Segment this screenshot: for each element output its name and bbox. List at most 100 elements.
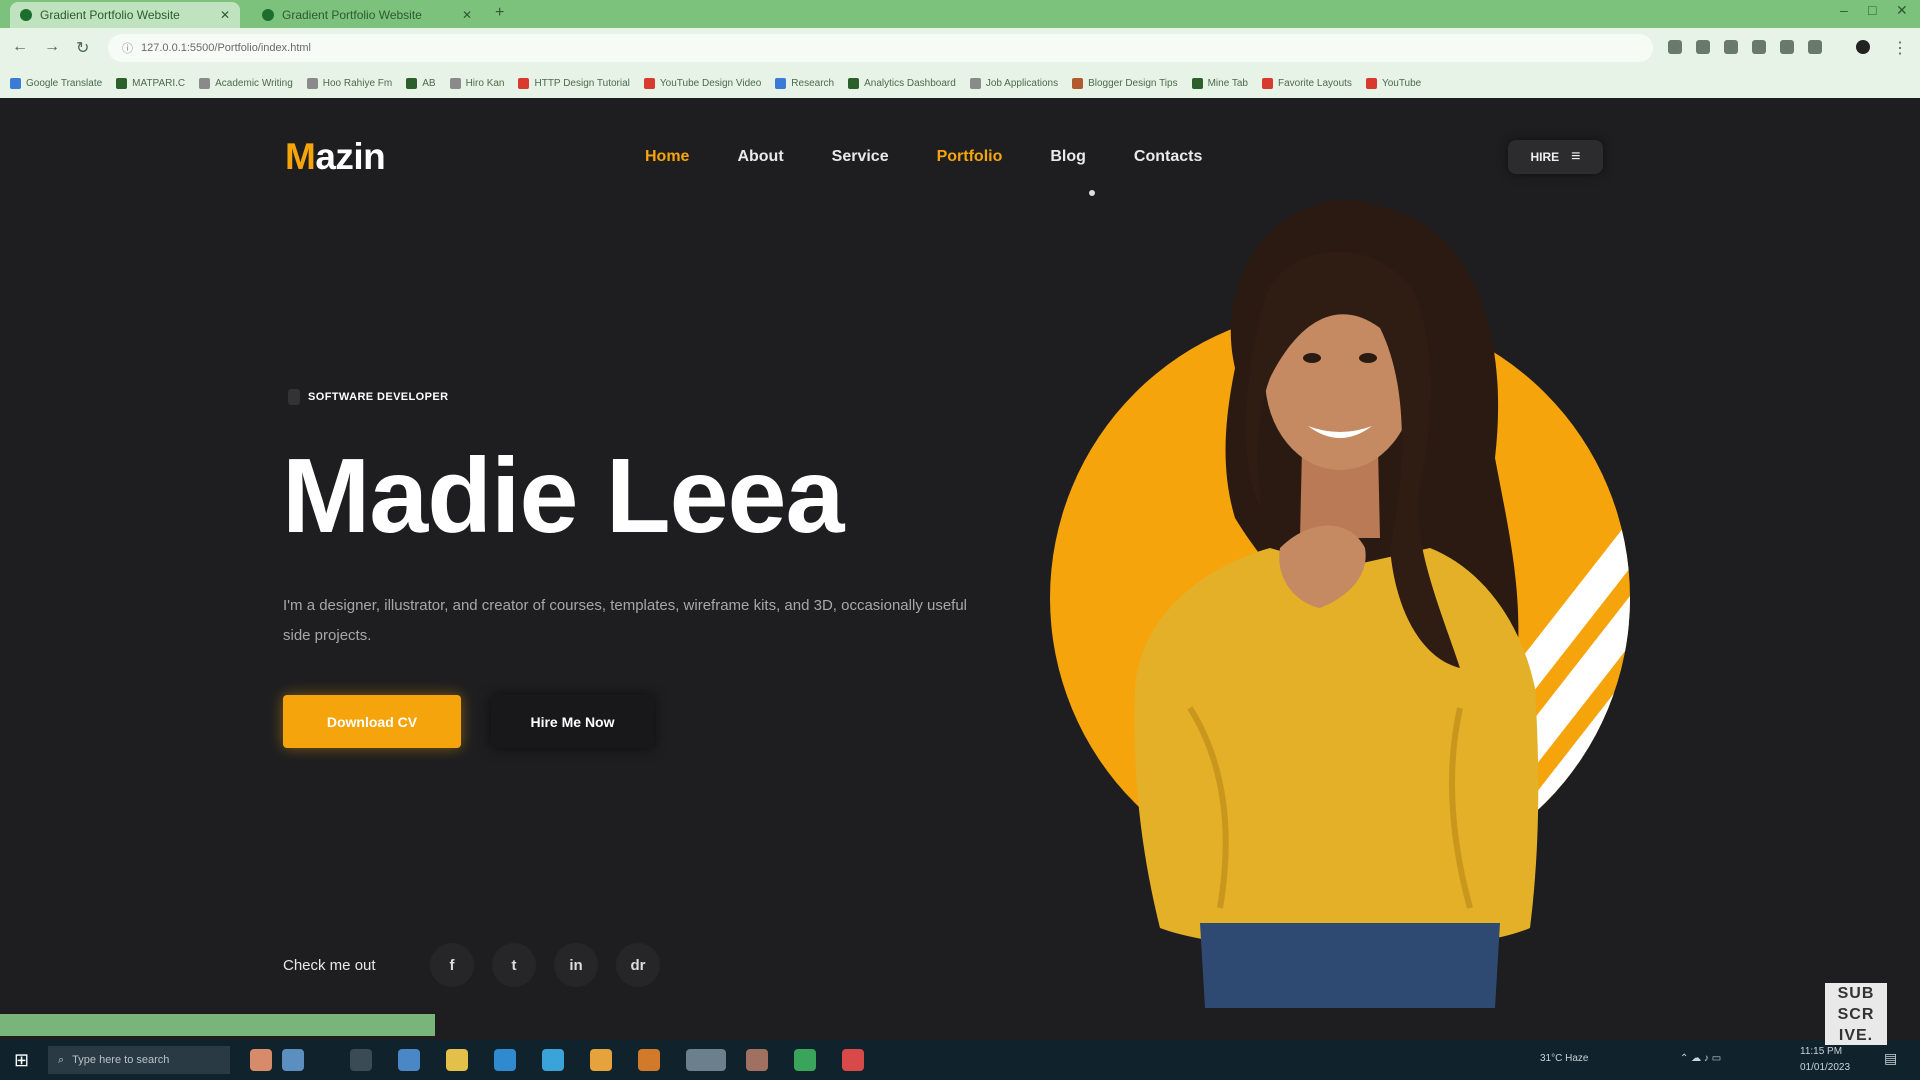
nav-link-service[interactable]: Service bbox=[832, 148, 889, 166]
bookmark-favicon-icon bbox=[10, 77, 21, 89]
extension-icon[interactable] bbox=[1780, 40, 1794, 54]
browser-tab-active[interactable]: Gradient Portfolio Website ✕ bbox=[10, 2, 240, 28]
taskbar-app-icon[interactable] bbox=[842, 1049, 864, 1071]
taskbar-app-icon[interactable] bbox=[250, 1049, 272, 1071]
reload-icon[interactable]: ↻ bbox=[76, 38, 89, 58]
bookmark-item[interactable]: Research bbox=[775, 77, 834, 89]
bookmark-item[interactable]: AB bbox=[406, 77, 436, 89]
bookmark-item[interactable]: MATPARI.C bbox=[116, 77, 185, 89]
tab-title: Gradient Portfolio Website bbox=[282, 8, 422, 22]
bookmark-label: YouTube Design Video bbox=[659, 77, 762, 89]
clock-time[interactable]: 11:15 PM bbox=[1800, 1046, 1842, 1057]
hire-button-label: HIRE bbox=[1530, 150, 1560, 164]
role-badge: SOFTWARE DEVELOPER bbox=[288, 386, 448, 408]
download-cv-button[interactable]: Download CV bbox=[283, 695, 461, 748]
bookmark-favicon-icon bbox=[406, 77, 418, 89]
bookmark-item[interactable]: Mine Tab bbox=[1191, 77, 1248, 89]
close-window-button[interactable]: ✕ bbox=[1896, 2, 1908, 19]
linkedin-icon[interactable]: in bbox=[554, 943, 598, 987]
notification-icon[interactable]: ▤ bbox=[1884, 1050, 1897, 1067]
weather-widget[interactable]: 31°C Haze bbox=[1540, 1053, 1588, 1064]
tab-title: Gradient Portfolio Website bbox=[40, 8, 180, 22]
extension-icon[interactable] bbox=[1752, 40, 1766, 54]
tab-favicon-icon bbox=[262, 9, 274, 21]
taskbar-app-icon[interactable] bbox=[494, 1049, 516, 1071]
bookmark-favicon-icon bbox=[449, 77, 461, 89]
chrome-icon[interactable] bbox=[590, 1049, 612, 1071]
search-icon: ⌕ bbox=[58, 1053, 65, 1066]
badge-icon bbox=[288, 389, 300, 405]
bookmark-item[interactable]: Blogger Design Tips bbox=[1072, 77, 1178, 89]
site-logo[interactable]: Mazin bbox=[285, 136, 386, 178]
hire-me-now-button[interactable]: Hire Me Now bbox=[491, 695, 654, 748]
task-view-icon[interactable] bbox=[350, 1049, 372, 1071]
taskbar-search[interactable]: ⌕ Type here to search bbox=[48, 1046, 230, 1074]
extension-icon[interactable] bbox=[1724, 40, 1738, 54]
nav-link-about[interactable]: About bbox=[737, 148, 783, 166]
extension-icon[interactable] bbox=[1808, 40, 1822, 54]
tab-close-icon[interactable]: ✕ bbox=[220, 8, 230, 22]
nav-link-portfolio[interactable]: Portfolio bbox=[937, 148, 1003, 166]
tray-icons[interactable]: ⌃ ☁ ♪ ▭ bbox=[1680, 1053, 1721, 1064]
taskbar-app-icon[interactable] bbox=[398, 1049, 420, 1071]
bookmark-label: Hoo Rahiye Fm bbox=[322, 77, 393, 89]
nav-link-home[interactable]: Home bbox=[645, 148, 689, 166]
extension-icon[interactable] bbox=[1696, 40, 1710, 54]
facebook-icon[interactable]: f bbox=[430, 943, 474, 987]
nav-link-contacts[interactable]: Contacts bbox=[1134, 148, 1202, 166]
bookmark-favicon-icon bbox=[848, 77, 860, 89]
bookmark-favicon-icon bbox=[116, 77, 128, 89]
taskbar-app-icon[interactable] bbox=[638, 1049, 660, 1071]
taskbar-app-icon[interactable] bbox=[282, 1049, 304, 1071]
tab-close-icon[interactable]: ✕ bbox=[462, 8, 472, 22]
bookmark-item[interactable]: HTTP Design Tutorial bbox=[518, 77, 630, 89]
hero-name: Madie Leea bbox=[282, 437, 844, 555]
windows-start-icon[interactable]: ⊞ bbox=[14, 1050, 29, 1071]
bookmark-item[interactable]: Job Applications bbox=[969, 77, 1058, 89]
bookmark-item[interactable]: Google Translate bbox=[10, 77, 102, 89]
browser-tab[interactable]: Gradient Portfolio Website ✕ bbox=[252, 2, 482, 28]
bookmark-favicon-icon bbox=[1191, 77, 1203, 89]
bookmark-item[interactable]: Hoo Rahiye Fm bbox=[306, 77, 393, 89]
taskbar-app-icon[interactable] bbox=[794, 1049, 816, 1071]
hamburger-menu-icon[interactable]: ≡ bbox=[1571, 148, 1580, 166]
bookmark-favicon-icon bbox=[643, 77, 655, 89]
extension-icon[interactable] bbox=[1668, 40, 1682, 54]
browser-menu-icon[interactable]: ⋮ bbox=[1892, 38, 1908, 58]
bookmark-item[interactable]: Analytics Dashboard bbox=[848, 77, 956, 89]
clock-date[interactable]: 01/01/2023 bbox=[1800, 1062, 1850, 1073]
new-tab-button[interactable]: + bbox=[495, 4, 504, 22]
forward-arrow-icon[interactable]: → bbox=[44, 38, 60, 56]
bookmark-item[interactable]: Academic Writing bbox=[199, 77, 293, 89]
search-placeholder: Type here to search bbox=[72, 1054, 170, 1066]
edge-icon[interactable] bbox=[542, 1049, 564, 1071]
taskbar-app-icon[interactable] bbox=[746, 1049, 768, 1071]
portfolio-page: Mazin Home About Service Portfolio Blog Conta… bbox=[0, 98, 1920, 1008]
bookmark-item[interactable]: Hiro Kan bbox=[449, 77, 504, 89]
file-explorer-icon[interactable] bbox=[446, 1049, 468, 1071]
download-progress-bar bbox=[0, 1014, 435, 1036]
address-bar[interactable]: ⓘ 127.0.0.1:5500/Portfolio/index.html bbox=[108, 34, 1653, 62]
bookmark-label: Academic Writing bbox=[215, 77, 293, 89]
taskbar-app-icon[interactable] bbox=[686, 1049, 726, 1071]
maximize-button[interactable]: □ bbox=[1868, 2, 1876, 18]
site-info-icon[interactable]: ⓘ bbox=[122, 40, 133, 56]
profile-avatar[interactable] bbox=[1856, 40, 1870, 54]
back-arrow-icon[interactable]: ← bbox=[12, 38, 28, 56]
bookmark-label: Analytics Dashboard bbox=[864, 77, 956, 89]
bookmark-label: Mine Tab bbox=[1207, 77, 1248, 89]
dribbble-icon[interactable]: dr bbox=[616, 943, 660, 987]
nav-link-blog[interactable]: Blog bbox=[1050, 148, 1086, 166]
bookmarks-bar: Google Translate MATPARI.C Academic Writin… bbox=[0, 68, 1920, 98]
subscribe-watermark: SUB SCR IVE. bbox=[1825, 983, 1887, 1045]
bookmark-favicon-icon bbox=[1072, 77, 1084, 89]
bookmark-favicon-icon bbox=[969, 77, 981, 89]
twitter-icon[interactable]: t bbox=[492, 943, 536, 987]
minimize-button[interactable]: – bbox=[1840, 2, 1848, 18]
check-me-out-label: Check me out bbox=[283, 957, 376, 974]
bookmark-item[interactable]: YouTube Design Video bbox=[643, 77, 762, 89]
windows-taskbar: ⊞ ⌕ Type here to search 31°C Haze ⌃ ☁ ♪ … bbox=[0, 1040, 1920, 1080]
hire-button[interactable]: HIRE ≡ bbox=[1508, 140, 1603, 174]
bookmark-item[interactable]: Favorite Layouts bbox=[1262, 77, 1352, 89]
bookmark-item[interactable]: YouTube bbox=[1365, 77, 1421, 89]
